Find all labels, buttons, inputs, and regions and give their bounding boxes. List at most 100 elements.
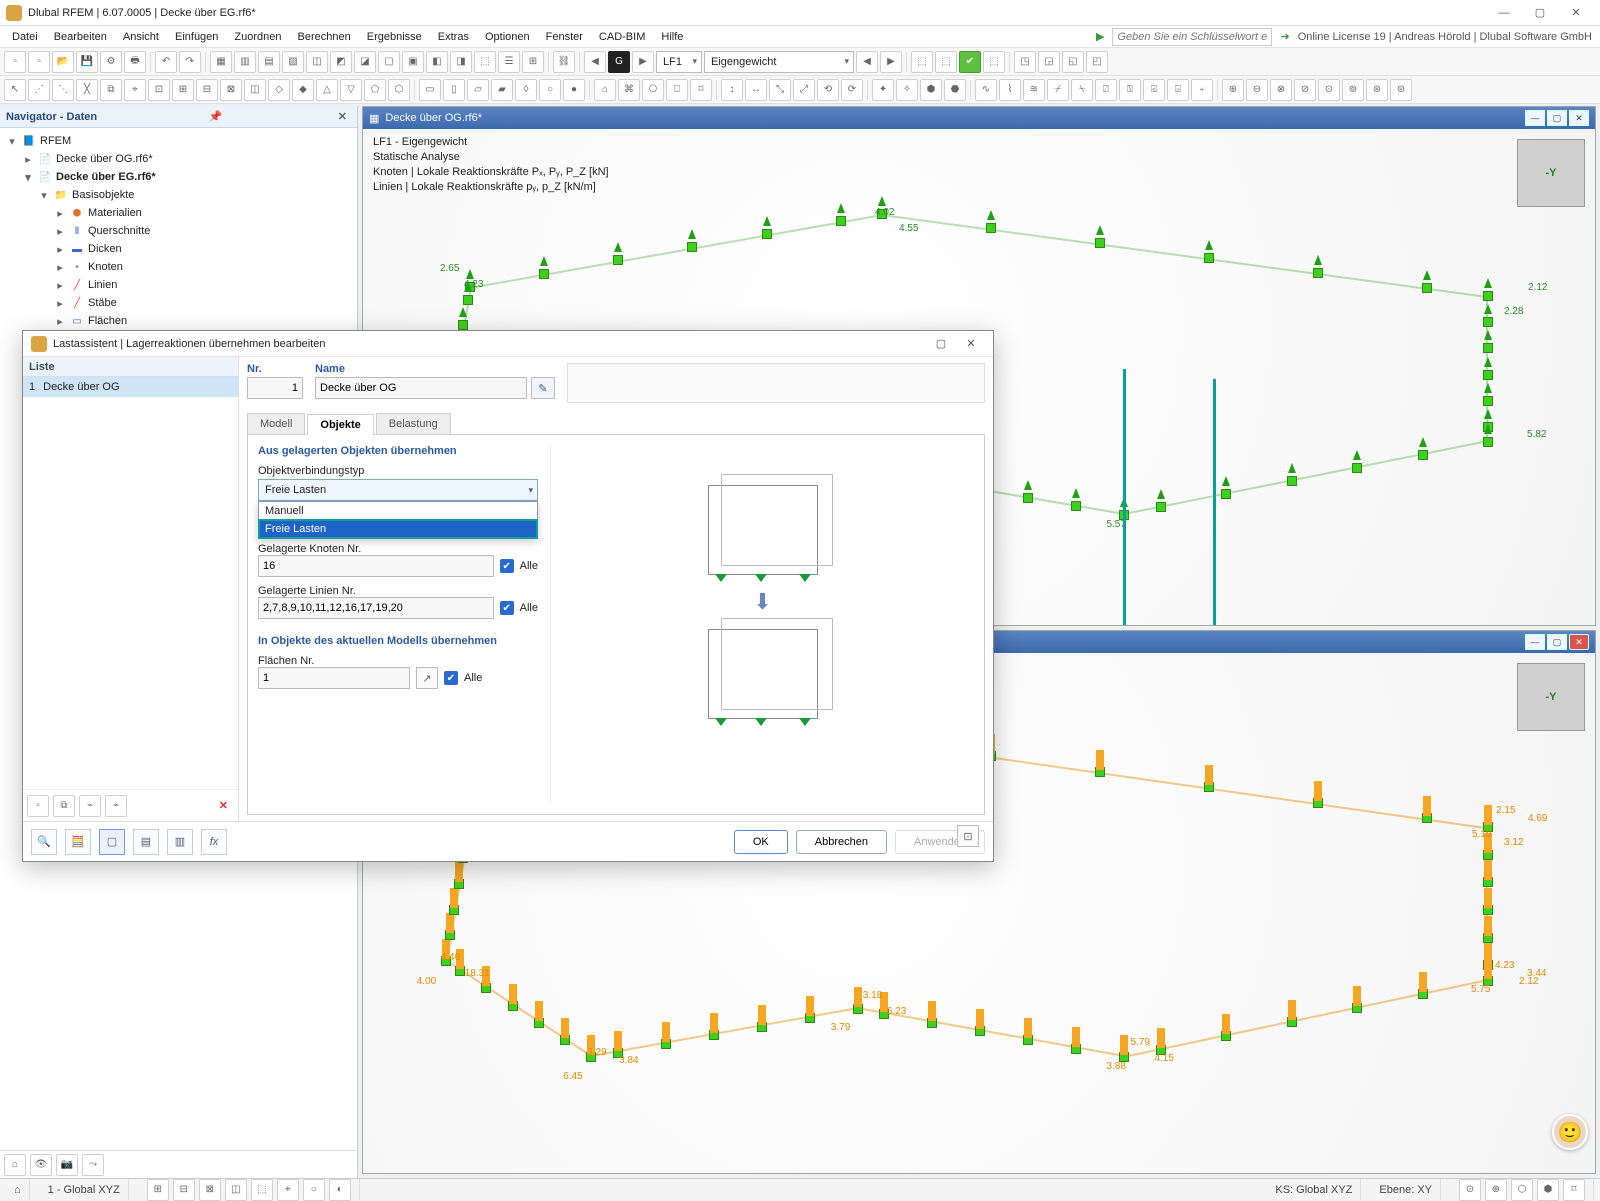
t2-17-icon[interactable]: ▭ — [419, 79, 441, 101]
list-new-icon[interactable]: ▫ — [27, 795, 49, 817]
t2-47-icon[interactable]: ⍄ — [1167, 79, 1189, 101]
t2-54-icon[interactable]: ⊚ — [1342, 79, 1364, 101]
snap-1-icon[interactable]: ⊙ — [1459, 1179, 1481, 1201]
nodes-all-check[interactable]: ✔ — [500, 559, 514, 573]
menu-fenster[interactable]: Fenster — [538, 29, 591, 45]
tree-file-0[interactable]: Decke über OG.rf6* — [56, 153, 153, 165]
tree-basis[interactable]: Basisobjekte — [72, 189, 134, 201]
t2-04-icon[interactable]: ⧉ — [100, 79, 122, 101]
menu-berechnen[interactable]: Berechnen — [290, 29, 359, 45]
t2-52-icon[interactable]: ⊘ — [1294, 79, 1316, 101]
vp2-min-icon[interactable]: — — [1525, 634, 1545, 650]
t2-15-icon[interactable]: ⬠ — [364, 79, 386, 101]
lines-all-check[interactable]: ✔ — [500, 601, 514, 615]
tool-i-icon[interactable]: ▣ — [402, 51, 424, 73]
st-4-icon[interactable]: ◫ — [225, 1179, 247, 1201]
tool-q4-icon[interactable]: ◰ — [1086, 51, 1108, 73]
assistant-avatar[interactable]: 🙂 — [1552, 1114, 1588, 1150]
t2-34-icon[interactable]: ⟳ — [841, 79, 863, 101]
t2-55-icon[interactable]: ⊛ — [1366, 79, 1388, 101]
dialog-close-icon[interactable]: ✕ — [957, 334, 985, 354]
tree-members[interactable]: Stäbe — [88, 297, 117, 309]
t2-24-icon[interactable]: ⌂ — [594, 79, 616, 101]
t2-12-icon[interactable]: ◆ — [292, 79, 314, 101]
tool-m-icon[interactable]: ☰ — [498, 51, 520, 73]
minimize-button[interactable]: — — [1486, 2, 1522, 24]
tree-file-1[interactable]: Decke über EG.rf6* — [56, 171, 156, 183]
t2-51-icon[interactable]: ⊗ — [1270, 79, 1292, 101]
surfaces-input[interactable] — [258, 667, 410, 689]
t2-50-icon[interactable]: ⊖ — [1246, 79, 1268, 101]
tool-p3-icon[interactable]: ⬚ — [983, 51, 1005, 73]
comment-area[interactable] — [567, 363, 985, 403]
view-right-icon[interactable]: ▶ — [632, 51, 654, 73]
menu-einfuegen[interactable]: Einfügen — [167, 29, 226, 45]
t2-13-icon[interactable]: △ — [316, 79, 338, 101]
navfoot-path-icon[interactable]: ⤳ — [82, 1154, 104, 1176]
t2-29-icon[interactable]: ↕ — [721, 79, 743, 101]
navfoot-home-icon[interactable]: ⌂ — [4, 1154, 26, 1176]
t2-18-icon[interactable]: ▯ — [443, 79, 465, 101]
panel-close-icon[interactable]: ✕ — [334, 110, 351, 123]
t2-32-icon[interactable]: ⤢ — [793, 79, 815, 101]
surfaces-all-check[interactable]: ✔ — [444, 671, 458, 685]
tool-g-icon[interactable]: ◪ — [354, 51, 376, 73]
tool-new2-icon[interactable]: ▫ — [28, 51, 50, 73]
t2-cursor-icon[interactable]: ↖ — [4, 79, 26, 101]
snap-5-icon[interactable]: ⌑ — [1563, 1179, 1585, 1201]
tab-belastung[interactable]: Belastung — [376, 413, 451, 434]
dialog-header[interactable]: Lastassistent | Lagerreaktionen übernehm… — [23, 331, 993, 357]
t2-36-icon[interactable]: ✧ — [896, 79, 918, 101]
keyword-search[interactable] — [1112, 28, 1272, 46]
t2-31-icon[interactable]: ⤡ — [769, 79, 791, 101]
st-2-icon[interactable]: ⊟ — [173, 1179, 195, 1201]
t2-28-icon[interactable]: ⌑ — [690, 79, 712, 101]
vp2-max-icon[interactable]: ▢ — [1547, 634, 1567, 650]
tool-j-icon[interactable]: ◧ — [426, 51, 448, 73]
list-delete-icon[interactable]: ✕ — [213, 799, 234, 812]
foot-a-icon[interactable]: ▢ — [99, 829, 125, 855]
tool-q2-icon[interactable]: ◲ — [1038, 51, 1060, 73]
tool-print-icon[interactable]: 🖶 — [124, 51, 146, 73]
t2-33-icon[interactable]: ⟲ — [817, 79, 839, 101]
t2-10-icon[interactable]: ◫ — [244, 79, 266, 101]
t2-26-icon[interactable]: ⎔ — [642, 79, 664, 101]
t2-46-icon[interactable]: ⍃ — [1143, 79, 1165, 101]
dialog-list-item[interactable]: 1 Decke über OG — [23, 377, 238, 397]
t2-06-icon[interactable]: ⊡ — [148, 79, 170, 101]
t2-40-icon[interactable]: ⌇ — [999, 79, 1021, 101]
tab-objekte[interactable]: Objekte — [307, 414, 373, 435]
navfoot-cam-icon[interactable]: 📷 — [56, 1154, 78, 1176]
t2-20-icon[interactable]: ▰ — [491, 79, 513, 101]
t2-48-icon[interactable]: ⍅ — [1191, 79, 1213, 101]
tool-link-icon[interactable]: ⛓ — [553, 51, 575, 73]
close-button[interactable]: ✕ — [1558, 2, 1594, 24]
tool-e-icon[interactable]: ◫ — [306, 51, 328, 73]
t2-39-icon[interactable]: ∿ — [975, 79, 997, 101]
tool-q3-icon[interactable]: ◱ — [1062, 51, 1084, 73]
tree-sections[interactable]: Querschnitte — [88, 225, 150, 237]
st-7-icon[interactable]: ○ — [303, 1179, 325, 1201]
tab-modell[interactable]: Modell — [247, 413, 305, 434]
t2-53-icon[interactable]: ⊙ — [1318, 79, 1340, 101]
t2-02-icon[interactable]: ⋱ — [52, 79, 74, 101]
status-cs[interactable]: 1 - Global XYZ — [40, 1179, 129, 1200]
view-g-button[interactable]: G — [608, 51, 630, 73]
t2-44-icon[interactable]: ⍁ — [1095, 79, 1117, 101]
tool-save-icon[interactable]: 💾 — [76, 51, 98, 73]
st-6-icon[interactable]: ⌖ — [277, 1179, 299, 1201]
tool-new-icon[interactable]: ▫ — [4, 51, 26, 73]
surfaces-pick-icon[interactable]: ↗ — [416, 667, 438, 689]
vp1-close-icon[interactable]: ✕ — [1569, 110, 1589, 126]
viewport-1-header[interactable]: ▦ Decke über OG.rf6* — ▢ ✕ — [363, 107, 1595, 129]
t2-07-icon[interactable]: ⊞ — [172, 79, 194, 101]
name-input[interactable] — [315, 377, 527, 399]
tool-undo-icon[interactable]: ↶ — [155, 51, 177, 73]
cancel-button[interactable]: Abbrechen — [796, 830, 887, 854]
snap-3-icon[interactable]: ⬡ — [1511, 1179, 1533, 1201]
vp1-min-icon[interactable]: — — [1525, 110, 1545, 126]
tree-nodes[interactable]: Knoten — [88, 261, 123, 273]
t2-01-icon[interactable]: ⋰ — [28, 79, 50, 101]
snap-4-icon[interactable]: ⬢ — [1537, 1179, 1559, 1201]
tool-settings-icon[interactable]: ⚙ — [100, 51, 122, 73]
